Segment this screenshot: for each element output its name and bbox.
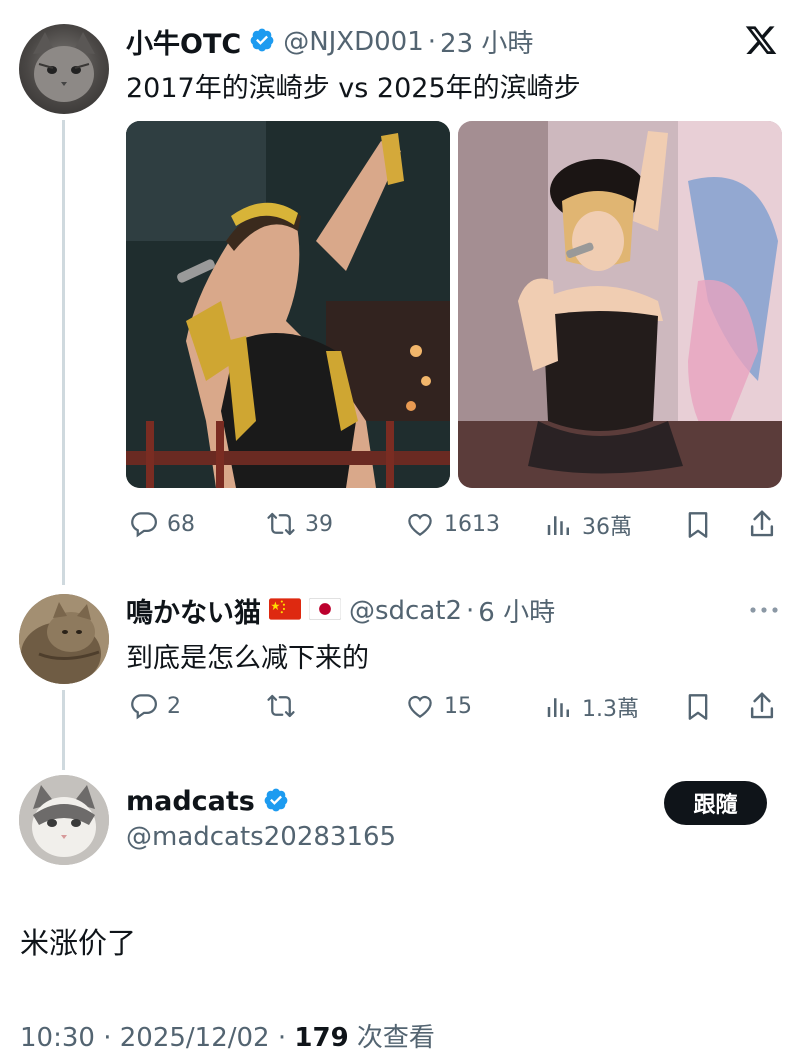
verified-badge-icon [249,27,275,57]
japan-flag-icon [308,597,342,624]
verified-badge-icon [263,787,289,817]
tweet1-text: 2017年的滨崎步 vs 2025年的滨崎步 [126,73,581,104]
share-icon[interactable] [747,690,777,726]
thread-line-1 [62,120,65,585]
tweet3-handle[interactable]: @madcats20283165 [126,822,396,852]
reply-button[interactable]: 2 [129,691,181,721]
like-button[interactable]: 15 [404,691,472,721]
tweet2-separator: · [466,595,475,626]
reply-button[interactable]: 68 [129,509,195,539]
views-bar-icon [544,692,574,722]
tweet3-footer: 10:30 · 2025/12/02 · 179 次查看 [20,1017,435,1054]
heart-icon [404,509,436,539]
like-count: 1613 [444,511,500,537]
views-button[interactable]: 1.3萬 [544,691,639,723]
like-count: 15 [444,693,472,719]
tweet2-text: 到底是怎么减下来的 [126,643,369,674]
footer-separator-2: · [277,1023,287,1053]
retweet-count: 39 [305,511,333,537]
retweet-icon [265,509,297,539]
tweet1-photo-right[interactable] [458,121,782,488]
share-icon[interactable] [747,508,777,544]
tweet2-handle[interactable]: @sdcat2 [349,596,462,626]
more-dots-icon[interactable] [749,601,779,620]
tweet3-display-name[interactable]: madcats [126,786,255,817]
avatar-tweet1[interactable] [19,24,109,114]
reply-count: 2 [167,693,181,719]
views-button[interactable]: 36萬 [544,509,632,541]
heart-icon [404,691,436,721]
footer-views-label: 次查看 [348,1023,435,1053]
tweet3-text: 米涨价了 [20,926,137,960]
china-flag-icon [269,597,301,624]
avatar-tweet2[interactable] [19,594,109,684]
footer-views-count: 179 [294,1023,349,1053]
follow-button[interactable]: 跟隨 [664,781,767,825]
footer-time[interactable]: 10:30 [20,1023,95,1053]
tweet1-time[interactable]: 23 小時 [440,23,533,60]
reply-icon [129,509,159,539]
tweet1-photo-left[interactable] [126,121,450,488]
views-count: 1.3萬 [582,697,639,722]
tweet2-display-name[interactable]: 鳴かない猫 [126,591,261,630]
x-logo-icon[interactable] [744,26,778,62]
tweet1-display-name[interactable]: 小牛OTC [126,22,241,61]
retweet-icon [265,691,297,721]
avatar-tweet3[interactable] [19,775,109,865]
retweet-button[interactable] [265,691,297,721]
tweet1-handle[interactable]: @NJXD001 [283,27,424,57]
bookmark-icon[interactable] [684,509,712,545]
views-count: 36萬 [582,515,632,540]
retweet-button[interactable]: 39 [265,509,333,539]
tweet2-time[interactable]: 6 小時 [478,592,555,629]
footer-separator-1: · [103,1023,112,1053]
footer-date[interactable]: 2025/12/02 [120,1023,270,1053]
tweet3-header: madcats [126,786,289,817]
bookmark-icon[interactable] [684,691,712,727]
tweet2-header: 鳴かない猫 @sdcat2 · 6 小時 [126,591,555,630]
reply-icon [129,691,159,721]
tweet1-header: 小牛OTC @NJXD001 · 23 小時 [126,22,533,61]
like-button[interactable]: 1613 [404,509,500,539]
thread-line-2 [62,690,65,770]
reply-count: 68 [167,511,195,537]
views-bar-icon [544,510,574,540]
tweet1-separator: · [427,26,437,57]
